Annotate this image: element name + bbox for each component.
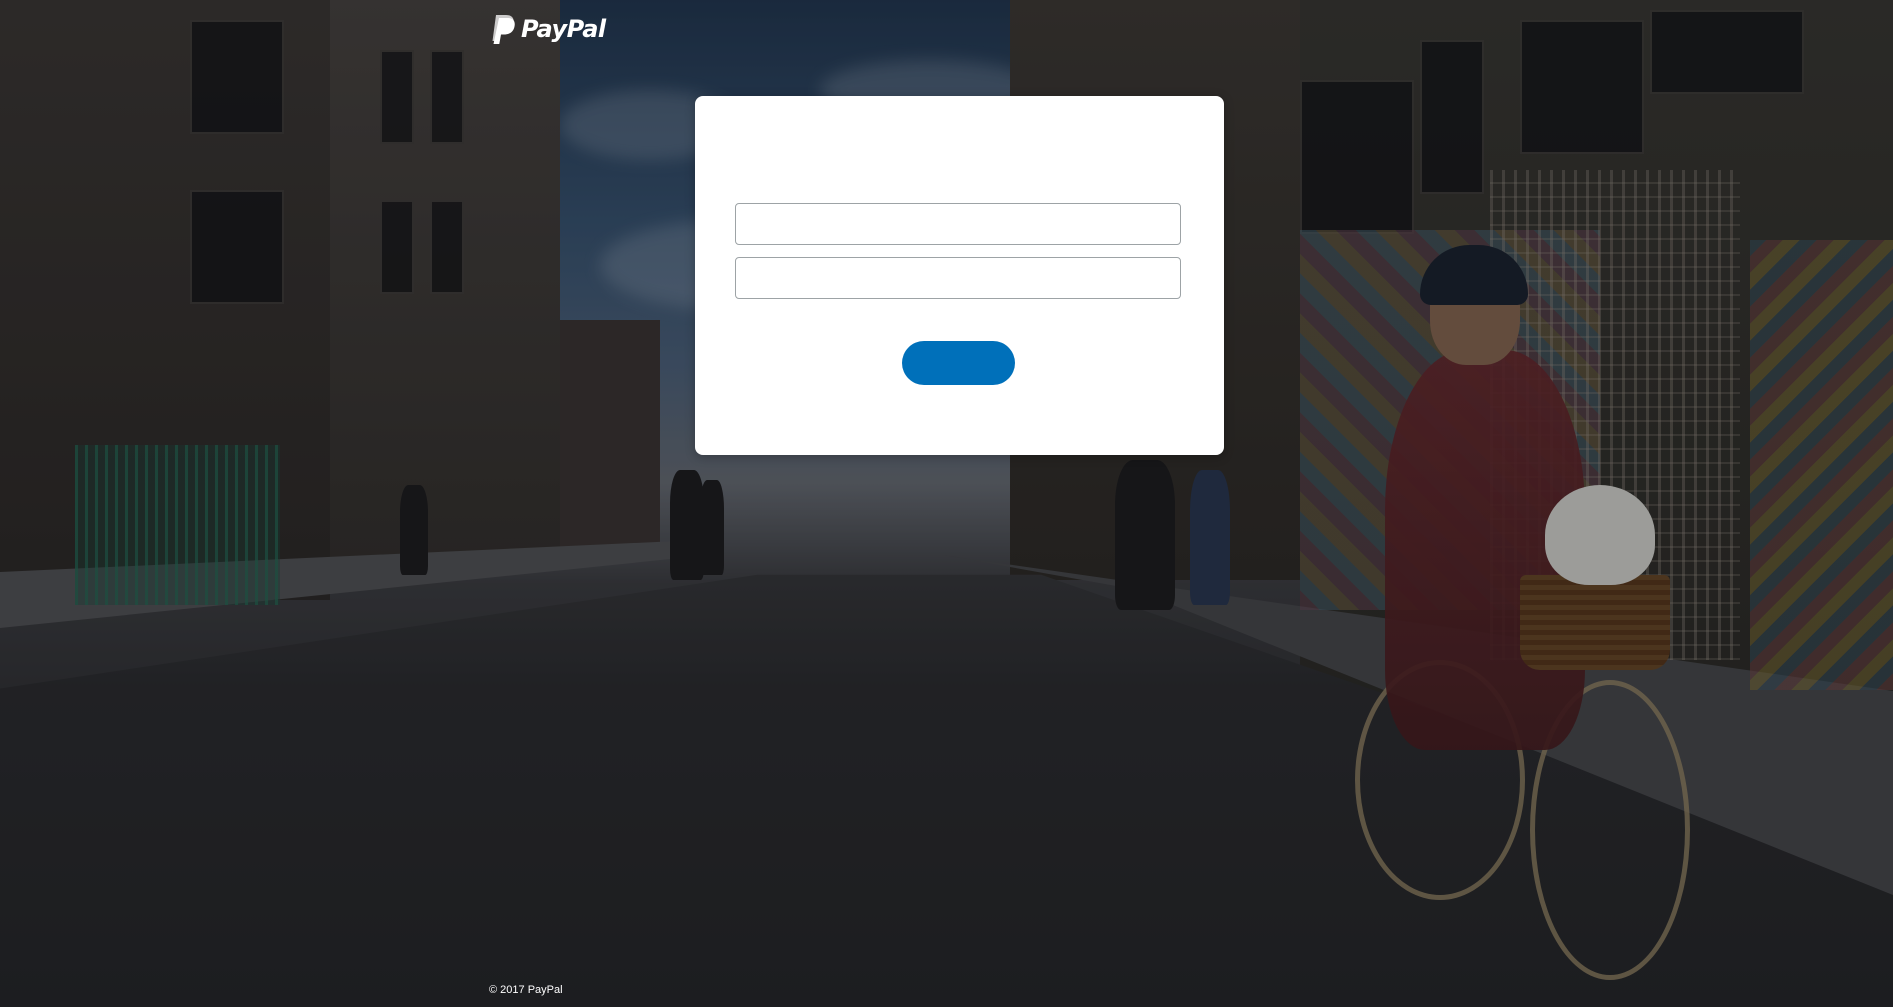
copyright-text: © 2017 PayPal	[489, 984, 563, 996]
paypal-logo[interactable]: PayPal	[489, 14, 606, 44]
page: PayPal © 2017 PayPal	[0, 0, 1893, 1007]
login-button[interactable]	[902, 341, 1015, 385]
logo-text: PayPal	[521, 15, 606, 43]
password-field[interactable]	[735, 257, 1181, 299]
login-card	[695, 96, 1224, 455]
paypal-p-icon	[492, 15, 515, 44]
email-field[interactable]	[735, 203, 1181, 245]
